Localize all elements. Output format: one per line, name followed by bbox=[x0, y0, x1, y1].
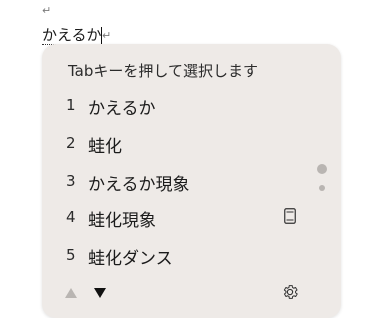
candidate-text: 蛙化現象 bbox=[88, 211, 156, 231]
paragraph-mark-inline-icon: ↵ bbox=[102, 29, 112, 42]
candidate-number: 1 bbox=[66, 96, 76, 114]
candidate-item-3[interactable]: 3 かえるか現象 bbox=[52, 166, 322, 196]
candidate-number: 3 bbox=[66, 172, 76, 190]
candidate-scroll-indicator[interactable] bbox=[316, 164, 330, 204]
ime-candidate-window: Tabキーを押して選択します 1 かえるか 2 蛙化 3 かえるか現象 4 蛙化… bbox=[42, 44, 341, 318]
ime-composition-text[interactable]: かえるか bbox=[42, 26, 102, 45]
candidate-text: 蛙化 bbox=[88, 137, 122, 157]
candidate-number: 4 bbox=[66, 208, 76, 226]
candidate-item-1[interactable]: 1 かえるか bbox=[52, 90, 322, 120]
candidate-text: かえるか現象 bbox=[88, 175, 190, 195]
candidate-item-4[interactable]: 4 蛙化現象 bbox=[52, 202, 322, 232]
candidate-text: かえるか bbox=[88, 99, 156, 119]
paragraph-mark-icon: ↵ bbox=[42, 4, 52, 17]
scroll-dot bbox=[319, 185, 325, 191]
triangle-up-icon[interactable] bbox=[64, 286, 78, 300]
triangle-down-icon[interactable] bbox=[93, 286, 107, 300]
document-canvas[interactable]: ↵ かえるか ↵ Tabキーを押して選択します 1 かえるか 2 蛙化 3 かえ… bbox=[0, 0, 373, 318]
dictionary-icon[interactable] bbox=[284, 208, 296, 224]
ime-hint-text: Tabキーを押して選択します bbox=[68, 62, 258, 80]
candidate-text: 蛙化ダンス bbox=[88, 249, 173, 269]
candidate-item-5[interactable]: 5 蛙化ダンス bbox=[52, 240, 322, 270]
gear-icon[interactable] bbox=[281, 283, 299, 301]
candidate-number: 2 bbox=[66, 134, 76, 152]
candidate-item-2[interactable]: 2 蛙化 bbox=[52, 128, 322, 158]
scroll-dot-active bbox=[317, 164, 327, 174]
candidate-number: 5 bbox=[66, 246, 76, 264]
